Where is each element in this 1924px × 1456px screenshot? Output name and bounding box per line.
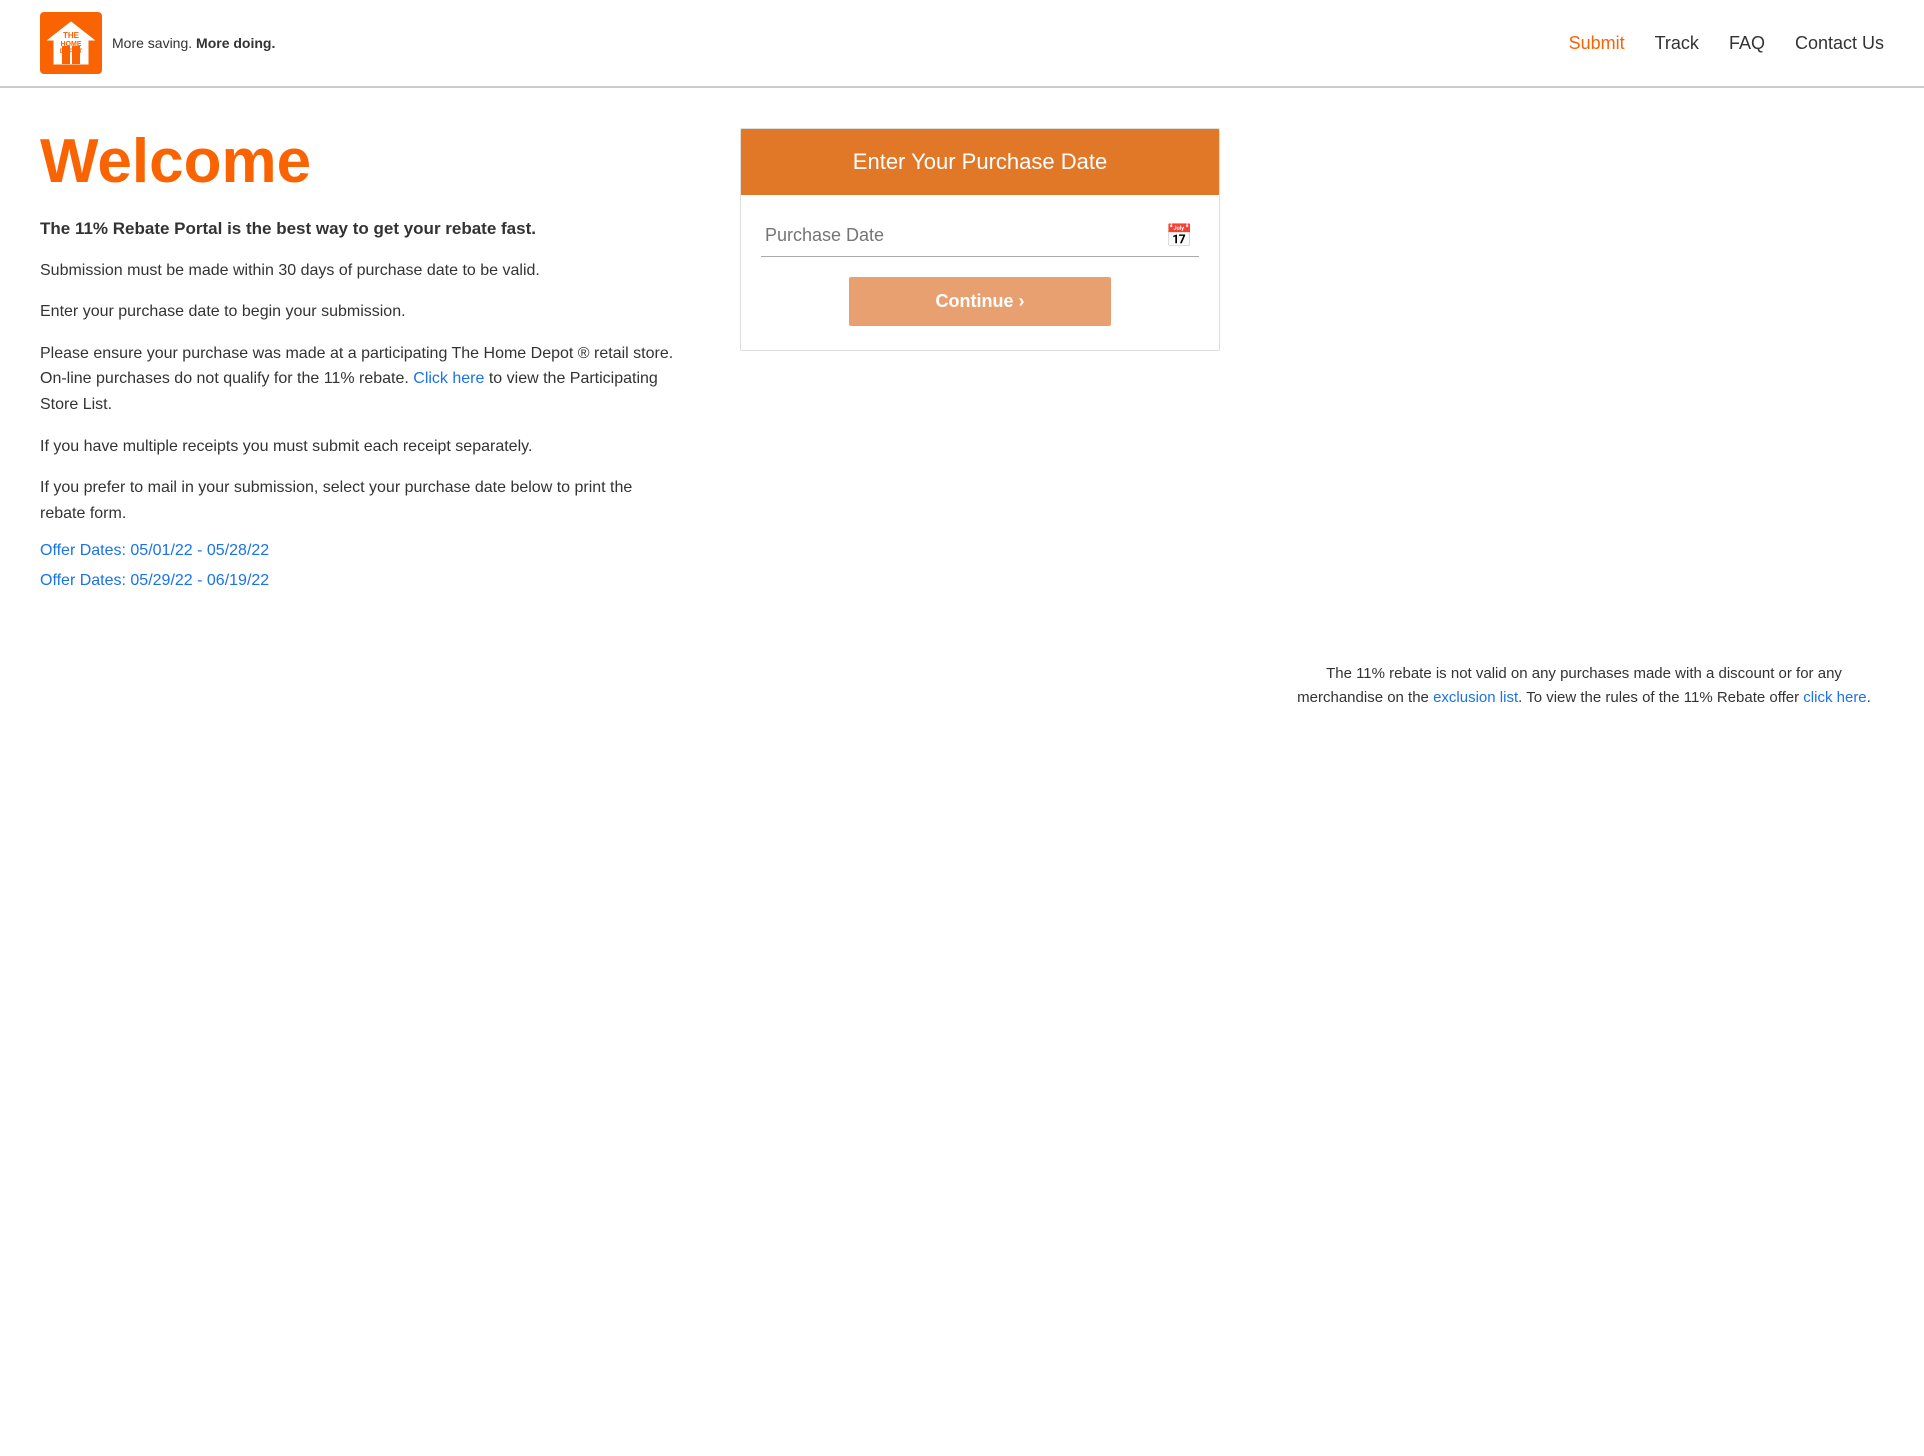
disclaimer-section: The 11% rebate is not valid on any purch… (0, 642, 1924, 740)
svg-text:THE: THE (63, 31, 80, 40)
para-participating: Please ensure your purchase was made at … (40, 341, 680, 418)
left-column: Welcome The 11% Rebate Portal is the bes… (40, 128, 680, 602)
site-header: THE HOME DEPOT More saving. More doing. … (0, 0, 1924, 88)
main-nav: Submit Track FAQ Contact Us (1569, 33, 1884, 54)
date-input-wrap: 📅 (761, 215, 1199, 257)
purchase-date-input[interactable] (761, 215, 1199, 256)
click-here-rules-link[interactable]: click here (1803, 689, 1866, 706)
logo-svg: THE HOME DEPOT (44, 16, 98, 70)
form-header: Enter Your Purchase Date (741, 129, 1219, 195)
disclaimer-text: The 11% rebate is not valid on any purch… (1284, 662, 1884, 710)
para-multiple-receipts: If you have multiple receipts you must s… (40, 434, 680, 460)
nav-submit[interactable]: Submit (1569, 33, 1625, 54)
offer-dates-2[interactable]: Offer Dates: 05/29/22 - 06/19/22 (40, 572, 680, 590)
purchase-date-form: Enter Your Purchase Date 📅 Continue › (740, 128, 1220, 351)
tagline: More saving. More doing. (112, 35, 275, 51)
welcome-title: Welcome (40, 128, 680, 196)
svg-text:HOME: HOME (61, 41, 82, 48)
main-content: Welcome The 11% Rebate Portal is the bes… (0, 88, 1300, 642)
offer-dates-1[interactable]: Offer Dates: 05/01/22 - 05/28/22 (40, 542, 680, 560)
form-body: 📅 Continue › (741, 195, 1219, 350)
svg-text:DEPOT: DEPOT (60, 48, 82, 55)
logo-area: THE HOME DEPOT More saving. More doing. (40, 12, 275, 74)
para-submission: Submission must be made within 30 days o… (40, 258, 680, 284)
para-mail-in: If you prefer to mail in your submission… (40, 475, 680, 526)
nav-faq[interactable]: FAQ (1729, 33, 1765, 54)
continue-button[interactable]: Continue › (849, 277, 1112, 326)
para-enter-date: Enter your purchase date to begin your s… (40, 299, 680, 325)
exclusion-list-link[interactable]: exclusion list (1433, 689, 1518, 706)
click-here-link[interactable]: Click here (413, 370, 484, 387)
calendar-icon: 📅 (1166, 223, 1193, 249)
home-depot-logo: THE HOME DEPOT (40, 12, 102, 74)
nav-track[interactable]: Track (1655, 33, 1699, 54)
intro-bold-text: The 11% Rebate Portal is the best way to… (40, 216, 680, 242)
nav-contact[interactable]: Contact Us (1795, 33, 1884, 54)
right-column: Enter Your Purchase Date 📅 Continue › (740, 128, 1220, 602)
